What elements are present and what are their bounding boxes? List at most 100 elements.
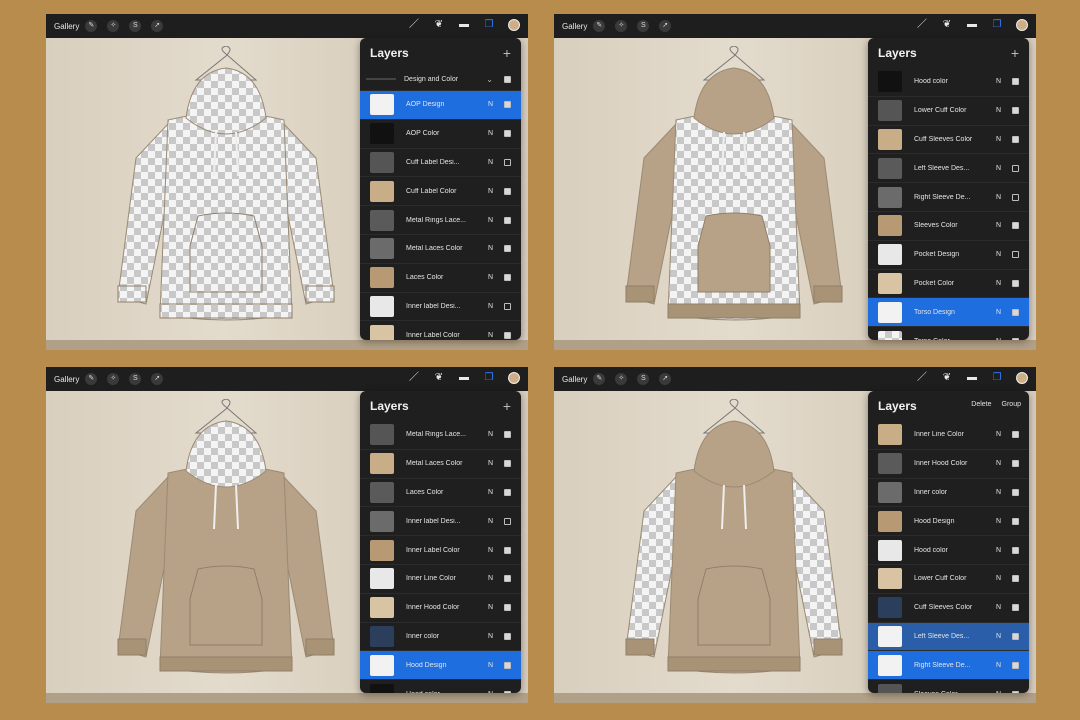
- visibility-checkbox[interactable]: [504, 460, 511, 468]
- blend-mode-button[interactable]: N: [996, 309, 1001, 316]
- visibility-checkbox[interactable]: [1012, 661, 1019, 669]
- layer-row[interactable]: Inner Hood Color N: [360, 594, 521, 623]
- visibility-checkbox[interactable]: [1012, 107, 1019, 115]
- smudge-icon[interactable]: ❦: [941, 19, 953, 31]
- blend-mode-button[interactable]: N: [488, 575, 493, 582]
- visibility-checkbox[interactable]: [1012, 193, 1019, 201]
- magic-wand-icon[interactable]: ✧: [615, 20, 628, 32]
- magic-wand-icon[interactable]: ✧: [107, 20, 120, 32]
- visibility-checkbox[interactable]: [504, 546, 511, 554]
- chevron-down-icon[interactable]: ⌄: [486, 75, 493, 84]
- layer-row[interactable]: Left Sleeve Des... N: [868, 154, 1029, 184]
- blend-mode-button[interactable]: N: [996, 547, 1001, 554]
- blend-mode-button[interactable]: N: [488, 274, 493, 281]
- brush-icon[interactable]: ／: [916, 372, 928, 384]
- visibility-checkbox[interactable]: [1012, 488, 1019, 496]
- visibility-checkbox[interactable]: [1012, 308, 1019, 316]
- layer-row[interactable]: Cuff Sleeves Color N: [868, 594, 1029, 623]
- add-layer-icon[interactable]: +: [503, 45, 511, 61]
- visibility-checkbox[interactable]: [1012, 546, 1019, 554]
- blend-mode-button[interactable]: N: [996, 575, 1001, 582]
- layer-row[interactable]: Hood color N: [868, 536, 1029, 565]
- visibility-checkbox[interactable]: [504, 302, 511, 310]
- layer-row[interactable]: Lower Cuff Color N: [868, 565, 1029, 594]
- layer-row[interactable]: Metal Rings Lace... N: [360, 206, 521, 235]
- layers-icon[interactable]: ❐: [991, 19, 1003, 31]
- layer-row[interactable]: Inner Hood Color N: [868, 450, 1029, 479]
- visibility-checkbox[interactable]: [1012, 460, 1019, 468]
- blend-mode-button[interactable]: N: [996, 489, 1001, 496]
- layer-row[interactable]: Pocket Design N: [868, 241, 1029, 270]
- eraser-icon[interactable]: ▬: [458, 372, 470, 384]
- layer-row[interactable]: Torso Design N: [868, 298, 1029, 328]
- blend-mode-button[interactable]: N: [488, 431, 493, 438]
- move-arrow-icon[interactable]: ➚: [659, 373, 672, 385]
- blend-mode-button[interactable]: N: [488, 518, 493, 525]
- visibility-checkbox[interactable]: [504, 431, 511, 439]
- layers-icon[interactable]: ❐: [991, 372, 1003, 384]
- gallery-button[interactable]: Gallery: [562, 375, 587, 384]
- blend-mode-button[interactable]: N: [996, 107, 1001, 114]
- blend-mode-button[interactable]: N: [488, 604, 493, 611]
- delete-button[interactable]: Delete: [971, 401, 991, 408]
- group-button[interactable]: Group: [1002, 401, 1021, 408]
- layer-row[interactable]: Torso Color N: [868, 327, 1029, 340]
- layer-row[interactable]: Inner color N: [360, 623, 521, 652]
- blend-mode-button[interactable]: N: [996, 518, 1001, 525]
- layer-row[interactable]: Inner Line Color N: [868, 421, 1029, 450]
- visibility-checkbox[interactable]: [504, 245, 511, 253]
- layer-row[interactable]: Inner color N: [868, 479, 1029, 508]
- visibility-checkbox[interactable]: [1012, 431, 1019, 439]
- layer-row[interactable]: Inner label Desi... N: [360, 293, 521, 322]
- gallery-button[interactable]: Gallery: [54, 22, 79, 31]
- blend-mode-button[interactable]: N: [996, 222, 1001, 229]
- visibility-checkbox[interactable]: [1012, 222, 1019, 230]
- blend-mode-button[interactable]: N: [488, 303, 493, 310]
- visibility-checkbox[interactable]: [1012, 279, 1019, 287]
- blend-mode-button[interactable]: N: [488, 691, 493, 693]
- eraser-icon[interactable]: ▬: [966, 19, 978, 31]
- visibility-checkbox[interactable]: [1012, 78, 1019, 86]
- blend-mode-button[interactable]: N: [996, 194, 1001, 201]
- layer-row[interactable]: Left Sleeve Des... N: [868, 622, 1029, 652]
- visibility-checkbox[interactable]: [504, 488, 511, 496]
- wrench-icon[interactable]: ✎: [85, 373, 98, 385]
- blend-mode-button[interactable]: N: [996, 691, 1001, 693]
- blend-mode-button[interactable]: N: [488, 159, 493, 166]
- blend-mode-button[interactable]: N: [996, 633, 1001, 640]
- layer-row[interactable]: Hood color N: [360, 680, 521, 693]
- layer-row[interactable]: Sleeves Color N: [868, 212, 1029, 241]
- smudge-icon[interactable]: ❦: [941, 372, 953, 384]
- wrench-icon[interactable]: ✎: [593, 20, 606, 32]
- brush-icon[interactable]: ／: [916, 19, 928, 31]
- visibility-checkbox[interactable]: [504, 101, 511, 109]
- layer-row[interactable]: Lower Cuff Color N: [868, 97, 1029, 126]
- visibility-checkbox[interactable]: [504, 575, 511, 583]
- blend-mode-button[interactable]: N: [488, 217, 493, 224]
- layer-row[interactable]: Metal Laces Color N: [360, 235, 521, 264]
- layer-row[interactable]: Sleeves Color N: [868, 680, 1029, 693]
- layer-row[interactable]: AOP Color N: [360, 120, 521, 149]
- visibility-checkbox[interactable]: [1012, 517, 1019, 525]
- visibility-checkbox[interactable]: [504, 517, 511, 525]
- color-swatch[interactable]: [1016, 372, 1028, 384]
- visibility-checkbox[interactable]: [1012, 135, 1019, 143]
- visibility-checkbox[interactable]: [504, 158, 511, 166]
- visibility-checkbox[interactable]: [504, 75, 511, 83]
- layer-row[interactable]: Cuff Label Color N: [360, 177, 521, 207]
- eraser-icon[interactable]: ▬: [458, 19, 470, 31]
- layers-icon[interactable]: ❐: [483, 372, 495, 384]
- visibility-checkbox[interactable]: [504, 661, 511, 669]
- blend-mode-button[interactable]: N: [488, 245, 493, 252]
- layer-row[interactable]: Inner label Desi... N: [360, 507, 521, 537]
- blend-mode-button[interactable]: N: [996, 280, 1001, 287]
- magic-wand-icon[interactable]: ✧: [107, 373, 120, 385]
- visibility-checkbox[interactable]: [1012, 604, 1019, 612]
- layer-row[interactable]: Pocket Color N: [868, 270, 1029, 299]
- smudge-icon[interactable]: ❦: [433, 372, 445, 384]
- blend-mode-button[interactable]: N: [488, 130, 493, 137]
- layer-row[interactable]: Cuff Sleeves Color N: [868, 126, 1029, 155]
- visibility-checkbox[interactable]: [1012, 575, 1019, 583]
- visibility-checkbox[interactable]: [504, 632, 511, 640]
- move-arrow-icon[interactable]: ➚: [151, 373, 164, 385]
